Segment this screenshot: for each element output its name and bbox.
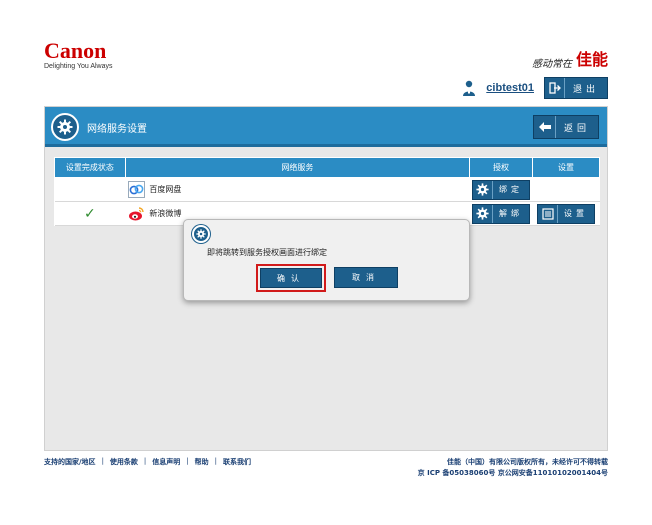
cancel-button[interactable]: 取消	[334, 267, 398, 288]
service-name: 新浪微博	[149, 209, 182, 218]
footer-separator: |	[101, 457, 104, 465]
settings-button[interactable]: 设置	[537, 203, 595, 224]
back-button[interactable]: 返回	[533, 115, 599, 139]
unbind-label: 解绑	[499, 209, 524, 218]
brand-slogan-area: 感动常在 佳能	[532, 46, 608, 70]
footer-separator: |	[214, 457, 217, 465]
logout-label: 退出	[572, 84, 599, 95]
panel-header: 网络服务设置 返回	[45, 107, 607, 147]
service-cell: 百度网盘	[125, 177, 470, 202]
settings-label: 设置	[564, 209, 588, 218]
arrow-left-icon	[534, 116, 556, 138]
dialog-message: 即将跳转到服务授权画面进行绑定	[207, 248, 327, 257]
confirm-button-highlight: 确认	[256, 264, 326, 292]
baidu-netdisk-icon	[128, 181, 146, 198]
user-area: cibtest01 退出	[462, 77, 608, 99]
status-cell: ✓	[54, 201, 126, 226]
footer-link-help[interactable]: 帮助	[195, 457, 209, 467]
logout-icon	[545, 78, 565, 98]
service-table: 设置完成状态 网络服务 授权 设置 百度网盘 绑定 ✓ 新浪微博 解绑 设置	[54, 157, 600, 226]
column-header-auth: 授权	[469, 157, 534, 178]
table-row: 百度网盘 绑定	[54, 177, 600, 202]
logout-button[interactable]: 退出	[544, 77, 608, 99]
column-header-settings: 设置	[532, 157, 600, 178]
sina-weibo-icon	[128, 205, 145, 222]
unbind-button[interactable]: 解绑	[472, 203, 531, 224]
copyright-text: 佳能（中国）有限公司版权所有，未经许可不得转载	[447, 458, 608, 466]
column-header-status: 设置完成状态	[54, 157, 126, 178]
footer-copyright: 佳能（中国）有限公司版权所有，未经许可不得转载 京 ICP 备05038060号…	[418, 457, 608, 479]
footer-link-regions[interactable]: 支持的国家/地区	[44, 457, 96, 467]
service-name: 百度网盘	[149, 185, 182, 194]
footer-separator: |	[186, 457, 189, 465]
gear-icon	[473, 204, 494, 223]
gear-icon	[192, 225, 210, 243]
footer-link-contact[interactable]: 联系我们	[223, 457, 251, 467]
list-icon	[538, 204, 558, 223]
logo-tagline: Delighting You Always	[44, 63, 113, 70]
redirect-dialog: 即将跳转到服务授权画面进行绑定 确认 取消	[183, 219, 470, 301]
confirm-button[interactable]: 确认	[260, 268, 322, 288]
column-header-service: 网络服务	[124, 157, 471, 178]
gear-icon	[473, 180, 494, 199]
footer-separator: |	[143, 457, 147, 465]
user-icon	[462, 80, 476, 96]
username-link[interactable]: cibtest01	[486, 82, 534, 94]
bind-label: 绑定	[499, 185, 524, 194]
icp-text: 京 ICP 备05038060号 京公网安备11010102001404号	[417, 469, 608, 477]
brand-name: 佳能	[575, 50, 608, 69]
footer-links: 支持的国家/地区 | 使用条款 | 信息声明 | 帮助 | 联系我们	[44, 457, 251, 467]
bind-button[interactable]: 绑定	[472, 179, 531, 200]
settings-cell	[532, 177, 600, 202]
settings-cell: 设置	[532, 201, 600, 226]
footer-link-notice[interactable]: 信息声明	[152, 457, 180, 467]
logo-text: Canon	[44, 38, 107, 63]
auth-cell: 解绑	[469, 201, 533, 226]
brand-slogan: 感动常在	[531, 59, 572, 70]
check-icon: ✓	[84, 205, 96, 222]
settings-gear-icon	[51, 113, 79, 141]
status-cell	[54, 177, 126, 202]
table-header-row: 设置完成状态 网络服务 授权 设置	[54, 157, 600, 178]
page: Canon Delighting You Always 感动常在 佳能 cibt…	[0, 0, 652, 525]
panel-title: 网络服务设置	[87, 124, 147, 135]
canon-logo[interactable]: Canon Delighting You Always	[44, 38, 113, 71]
back-label: 返回	[563, 123, 590, 134]
auth-cell: 绑定	[469, 177, 533, 202]
footer-link-terms[interactable]: 使用条款	[110, 457, 138, 467]
